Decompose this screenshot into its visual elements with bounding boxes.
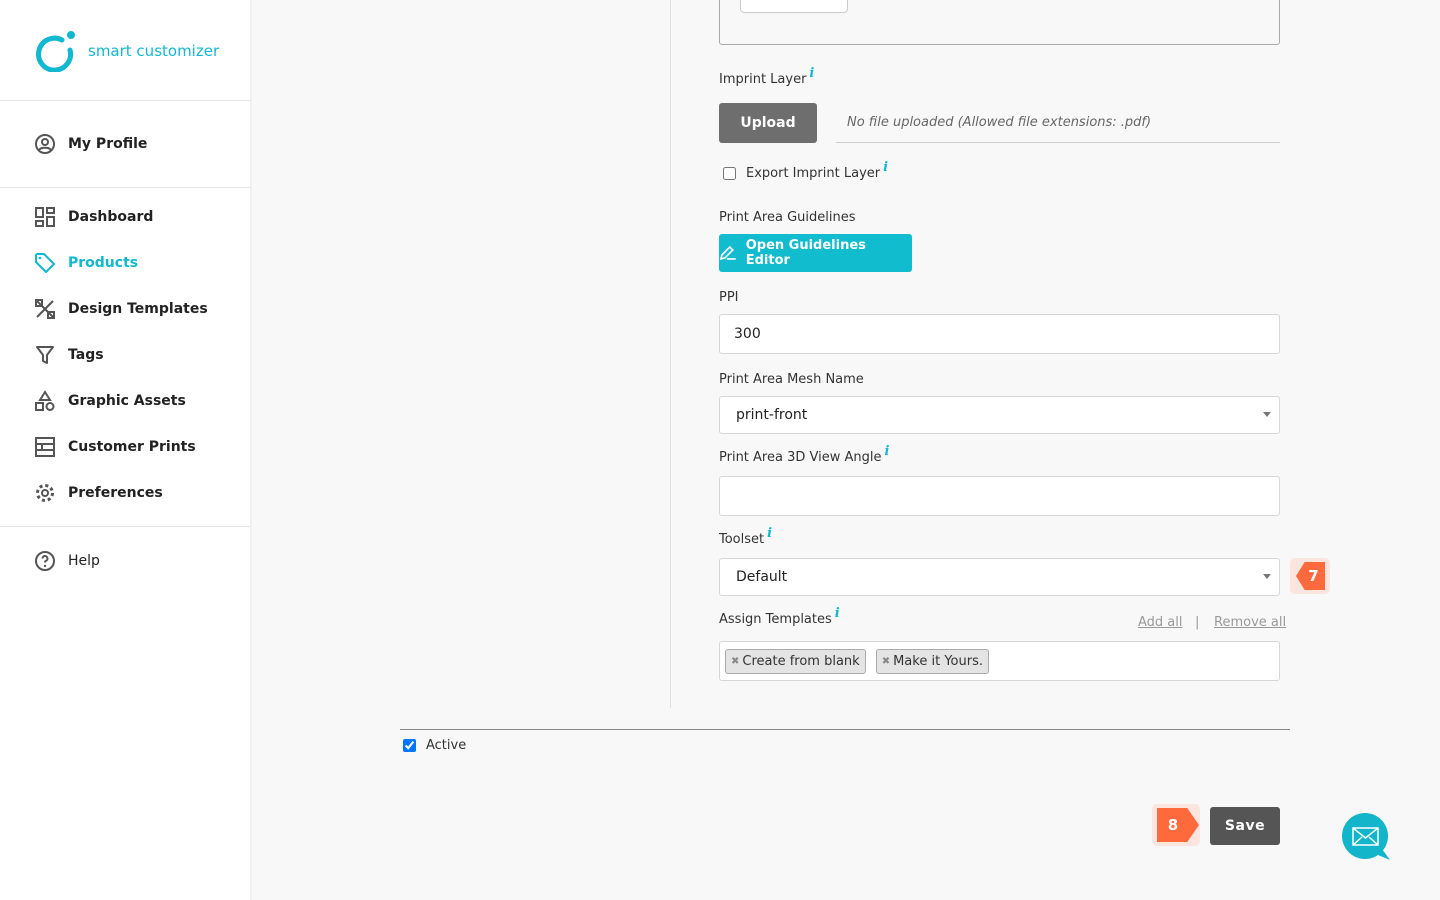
sidebar-item-label: Help	[68, 553, 100, 569]
ppi-label: PPI	[719, 290, 739, 305]
upload-status: No file uploaded (Allowed file extension…	[836, 103, 1280, 143]
selected-value: print-front	[736, 407, 808, 423]
assign-templates-label: Assign Templates i	[719, 606, 840, 627]
toolset-label: Toolset i	[719, 526, 773, 547]
prints-icon	[35, 437, 55, 457]
sidebar-item-label: Tags	[68, 347, 104, 363]
button-label: Open Guidelines Editor	[745, 238, 866, 268]
mail-icon	[1342, 813, 1390, 860]
mesh-name-select[interactable]: print-front	[719, 396, 1280, 434]
templates-multiselect[interactable]: ✖ Create from blank ✖ Make it Yours.	[719, 641, 1280, 681]
divider	[0, 187, 250, 188]
export-imprint-label: Export Imprint Layer	[746, 166, 881, 181]
sidebar-item-my-profile[interactable]: My Profile	[34, 133, 147, 155]
sidebar-item-tags[interactable]: Tags	[34, 344, 104, 366]
dashboard-icon	[35, 207, 55, 227]
guidelines-label: Print Area Guidelines	[719, 210, 856, 225]
imprint-layer-label: Imprint Layer i	[719, 66, 815, 87]
column-divider	[670, 0, 671, 708]
logo-icon	[36, 31, 75, 72]
sidebar-item-graphic-assets[interactable]: Graphic Assets	[34, 390, 186, 412]
template-tag: ✖ Create from blank	[725, 648, 866, 674]
info-icon[interactable]: i	[767, 526, 772, 541]
pencil-icon	[719, 245, 736, 261]
sidebar-item-label: Preferences	[68, 485, 163, 501]
sidebar-item-label: Graphic Assets	[68, 393, 186, 409]
upload-button[interactable]: Upload	[719, 103, 817, 143]
sidebar-item-customer-prints[interactable]: Customer Prints	[34, 436, 196, 458]
user-circle-icon	[35, 134, 55, 154]
sidebar-item-help[interactable]: Help	[34, 550, 100, 572]
gear-icon	[36, 484, 54, 502]
remove-tag-icon[interactable]: ✖	[882, 656, 890, 667]
shapes-icon	[35, 390, 55, 411]
remove-tag-icon[interactable]: ✖	[731, 656, 739, 667]
sidebar: smart customizer My Profile Dashboard Pr…	[0, 0, 250, 900]
sidebar-item-label: Dashboard	[68, 209, 154, 225]
sidebar-item-design-templates[interactable]: Design Templates	[34, 298, 208, 320]
template-tag: ✖ Make it Yours.	[875, 648, 989, 674]
sidebar-item-label: My Profile	[68, 136, 148, 152]
link-separator: |	[1195, 615, 1200, 630]
step-badge-7: 7	[1290, 558, 1330, 594]
sidebar-item-label: Products	[68, 255, 139, 271]
info-icon[interactable]: i	[809, 66, 814, 81]
ppi-input[interactable]: 300	[719, 314, 1280, 354]
tools-icon	[35, 299, 55, 319]
brand-name: smart customizer	[88, 42, 220, 60]
badge-number: 8	[1157, 808, 1199, 842]
previous-button[interactable]	[740, 0, 848, 13]
export-imprint-layer[interactable]: Export Imprint Layer i	[723, 160, 888, 181]
divider	[400, 729, 1290, 730]
export-imprint-checkbox[interactable]	[723, 167, 736, 180]
chevron-down-icon	[1263, 412, 1271, 417]
logo[interactable]: smart customizer	[36, 30, 219, 72]
info-icon[interactable]: i	[884, 444, 889, 459]
remove-all-link[interactable]: Remove all	[1214, 615, 1286, 630]
chevron-down-icon	[1263, 574, 1271, 579]
add-all-link[interactable]: Add all	[1138, 615, 1183, 630]
active-label: Active	[426, 738, 467, 753]
toolset-select[interactable]: Default	[719, 558, 1280, 596]
previous-section-box	[719, 0, 1280, 45]
open-guidelines-editor-button[interactable]: Open Guidelines Editor	[719, 234, 912, 272]
divider	[0, 100, 250, 101]
sidebar-item-label: Design Templates	[68, 301, 208, 317]
mesh-name-label: Print Area Mesh Name	[719, 372, 864, 387]
sidebar-item-products[interactable]: Products	[34, 252, 138, 274]
sidebar-item-preferences[interactable]: Preferences	[34, 482, 163, 504]
info-icon[interactable]: i	[883, 160, 888, 175]
save-button[interactable]: Save	[1210, 807, 1280, 845]
tag-icon	[35, 253, 55, 273]
view-angle-label: Print Area 3D View Angle i	[719, 444, 890, 465]
view-angle-input[interactable]	[719, 476, 1280, 516]
filter-icon	[36, 346, 54, 364]
badge-number: 7	[1296, 562, 1325, 590]
help-circle-icon	[35, 551, 55, 571]
sidebar-item-dashboard[interactable]: Dashboard	[34, 206, 153, 228]
chat-button[interactable]	[1342, 813, 1390, 861]
selected-value: Default	[736, 569, 788, 585]
divider	[0, 526, 250, 527]
active-checkbox[interactable]	[403, 739, 416, 752]
active-toggle[interactable]: Active	[403, 738, 466, 753]
sidebar-item-label: Customer Prints	[68, 439, 196, 455]
step-badge-8: 8	[1152, 804, 1200, 846]
info-icon[interactable]: i	[835, 606, 840, 621]
